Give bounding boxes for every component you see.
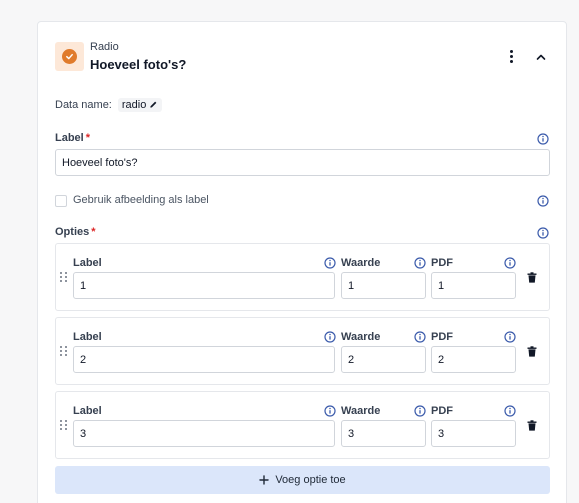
- check-icon: [66, 53, 73, 60]
- option-pdf-input[interactable]: [431, 272, 516, 299]
- question-title: Hoeveel foto's?: [90, 57, 187, 72]
- info-icon[interactable]: [504, 331, 516, 343]
- data-name-chip[interactable]: radio: [117, 97, 163, 112]
- image-label-checkbox[interactable]: [55, 195, 67, 207]
- info-icon[interactable]: [414, 405, 426, 417]
- info-icon[interactable]: [414, 331, 426, 343]
- option-waarde-input[interactable]: [341, 420, 426, 447]
- option-pdf-input[interactable]: [431, 420, 516, 447]
- drag-handle-icon[interactable]: [60, 346, 68, 356]
- data-name-label: Data name:: [55, 98, 112, 111]
- chevron-up-icon[interactable]: [534, 50, 548, 64]
- option-row: Label Waarde PDF: [55, 243, 550, 311]
- question-header[interactable]: Radio Hoeveel foto's?: [38, 22, 566, 90]
- option-row: Label Waarde PDF: [55, 391, 550, 459]
- option-pdf-title: PDF: [431, 257, 453, 269]
- label-input[interactable]: [55, 149, 550, 176]
- info-icon[interactable]: [537, 195, 549, 207]
- label-field-title: Label *: [55, 132, 91, 144]
- info-icon[interactable]: [324, 331, 336, 343]
- info-icon[interactable]: [504, 257, 516, 269]
- drag-handle-icon[interactable]: [60, 272, 68, 282]
- option-label-title: Label: [73, 405, 102, 417]
- add-option-button[interactable]: Voeg optie toe: [55, 466, 550, 494]
- plus-icon: [259, 475, 270, 485]
- info-icon[interactable]: [414, 257, 426, 269]
- info-icon[interactable]: [324, 257, 336, 269]
- pencil-icon[interactable]: [149, 100, 158, 109]
- more-vertical-icon[interactable]: [504, 48, 518, 64]
- options-title: Opties *: [55, 226, 96, 238]
- option-pdf-input[interactable]: [431, 346, 516, 373]
- data-name-row: Data name: radio: [55, 96, 163, 113]
- option-waarde-input[interactable]: [341, 346, 426, 373]
- required-mark: *: [91, 226, 96, 238]
- trash-icon[interactable]: [527, 272, 537, 283]
- question-type-label: Radio: [90, 41, 119, 53]
- option-label-input[interactable]: [73, 346, 335, 373]
- option-waarde-title: Waarde: [341, 331, 381, 343]
- info-icon[interactable]: [537, 133, 549, 145]
- required-mark: *: [85, 132, 91, 144]
- option-pdf-title: PDF: [431, 405, 453, 417]
- radio-type-icon: [55, 42, 84, 71]
- info-icon[interactable]: [504, 405, 516, 417]
- trash-icon[interactable]: [527, 420, 537, 431]
- option-row: Label Waarde PDF: [55, 317, 550, 385]
- option-label-input[interactable]: [73, 420, 335, 447]
- info-icon[interactable]: [537, 227, 549, 239]
- data-name-value: radio: [121, 98, 147, 111]
- option-waarde-title: Waarde: [341, 257, 381, 269]
- option-label-title: Label: [73, 257, 102, 269]
- option-waarde-title: Waarde: [341, 405, 381, 417]
- question-card: Radio Hoeveel foto's? Data name: radio L…: [37, 21, 567, 503]
- option-waarde-input[interactable]: [341, 272, 426, 299]
- info-icon[interactable]: [324, 405, 336, 417]
- drag-handle-icon[interactable]: [60, 420, 68, 430]
- option-label-title: Label: [73, 331, 102, 343]
- add-option-label: Voeg optie toe: [275, 474, 346, 486]
- option-label-input[interactable]: [73, 272, 335, 299]
- image-label-checkbox-label: Gebruik afbeelding als label: [73, 194, 209, 206]
- trash-icon[interactable]: [527, 346, 537, 357]
- option-pdf-title: PDF: [431, 331, 453, 343]
